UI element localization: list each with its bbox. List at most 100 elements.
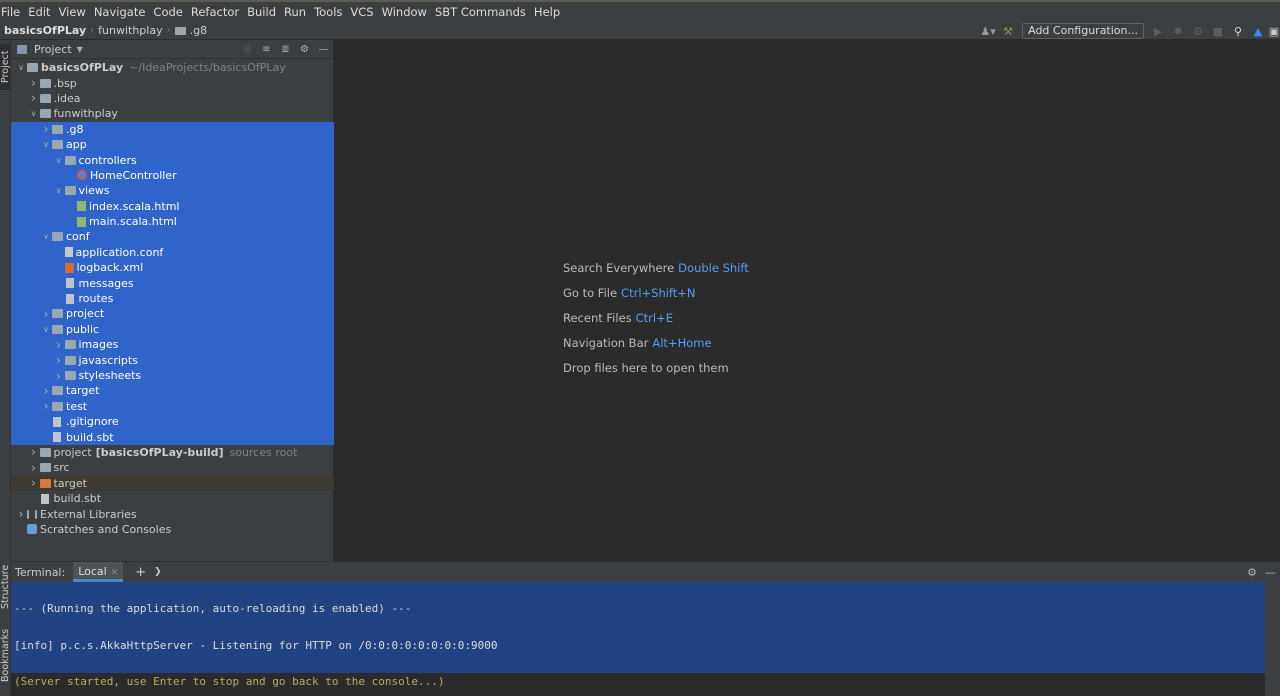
menu-tools[interactable]: Tools: [310, 2, 346, 22]
tree-row[interactable]: › stylesheets: [11, 367, 334, 384]
add-configuration-button[interactable]: Add Configuration...: [1022, 23, 1144, 39]
chevron-right-icon[interactable]: ›: [40, 399, 52, 413]
tree-row[interactable]: › External Libraries: [11, 506, 334, 521]
menu-run[interactable]: Run: [280, 2, 310, 22]
stop-icon[interactable]: ■: [1208, 22, 1228, 40]
tree-row[interactable]: ›index.scala.html: [11, 198, 334, 214]
tree-row[interactable]: ›build.sbt: [11, 491, 334, 506]
chevron-right-icon[interactable]: ›: [53, 369, 65, 383]
menu-navigate[interactable]: Navigate: [90, 2, 150, 22]
chevron-right-icon[interactable]: ›: [53, 353, 65, 367]
hide-icon[interactable]: —: [1265, 566, 1276, 579]
bookmarks-tool-tab[interactable]: Bookmarks: [0, 625, 11, 685]
chevron-down-icon[interactable]: ∨: [53, 186, 65, 195]
hide-icon[interactable]: —: [314, 44, 333, 55]
tree-row[interactable]: › project [basicsOfPLay-build] sources root: [11, 445, 334, 460]
editor-tip-shortcut[interactable]: Alt+Home: [652, 336, 711, 350]
menu-edit[interactable]: Edit: [24, 2, 54, 22]
menu-refactor[interactable]: Refactor: [187, 2, 243, 22]
debug-icon[interactable]: ✹: [1168, 22, 1188, 40]
breadcrumb-root[interactable]: basicsOfPLay: [4, 24, 86, 37]
tree-row[interactable]: › images: [11, 337, 334, 353]
tree-row[interactable]: › src: [11, 460, 334, 475]
breadcrumb-item-g8[interactable]: .g8: [190, 24, 207, 37]
project-panel-title[interactable]: Project: [34, 43, 72, 56]
expand-all-icon[interactable]: ≡: [257, 44, 276, 55]
chevron-right-icon[interactable]: ›: [28, 76, 40, 90]
terminal-tab-local[interactable]: Local ✕: [73, 562, 124, 582]
update-icon[interactable]: ▲: [1248, 22, 1268, 40]
tree-row[interactable]: ›application.conf: [11, 244, 334, 261]
project-tool-tab[interactable]: Project: [0, 44, 11, 90]
tree-row[interactable]: ›Scratches and Consoles: [11, 522, 334, 537]
tree-row[interactable]: ›HomeController: [11, 167, 334, 184]
gear-icon[interactable]: ⚙: [295, 44, 314, 55]
chevron-right-icon[interactable]: ›: [28, 476, 40, 490]
tree-row[interactable]: › .bsp: [11, 75, 334, 90]
close-icon[interactable]: ✕: [111, 568, 119, 578]
breadcrumb-item-funwithplay[interactable]: funwithplay: [98, 24, 162, 37]
build-hammer-icon[interactable]: ⚒: [998, 22, 1018, 40]
locate-icon[interactable]: ◎: [238, 44, 257, 55]
tree-row[interactable]: › .g8: [11, 121, 334, 137]
tree-row[interactable]: ›routes: [11, 290, 334, 307]
chevron-right-icon[interactable]: ›: [53, 338, 65, 352]
tree-row[interactable]: ›main.scala.html: [11, 213, 334, 230]
chevron-right-icon[interactable]: ›: [40, 384, 52, 398]
menu-sbt-commands[interactable]: SBT Commands: [431, 2, 530, 22]
chevron-down-icon[interactable]: ∨: [15, 63, 27, 72]
terminal-scrollbar[interactable]: [1265, 582, 1280, 696]
menu-file[interactable]: File: [0, 2, 24, 22]
chevron-down-icon[interactable]: ∨: [40, 325, 52, 334]
terminal-output[interactable]: --- (Running the application, auto-reloa…: [11, 582, 1265, 696]
chevron-down-icon[interactable]: ∨: [40, 140, 52, 149]
tree-row[interactable]: ›logback.xml: [11, 260, 334, 276]
chevron-down-icon[interactable]: ∨: [28, 109, 40, 118]
tree-row[interactable]: ∨ app: [11, 136, 334, 153]
menu-code[interactable]: Code: [149, 2, 186, 22]
chevron-right-icon[interactable]: ›: [28, 91, 40, 105]
user-icon[interactable]: ♟▾: [978, 22, 998, 40]
tree-row[interactable]: › .idea: [11, 91, 334, 106]
search-icon[interactable]: ⚲: [1228, 22, 1248, 40]
tree-row[interactable]: ∨ public: [11, 321, 334, 338]
editor-tip-shortcut[interactable]: Ctrl+Shift+N: [621, 286, 695, 300]
menu-window[interactable]: Window: [378, 2, 431, 22]
menu-vcs[interactable]: VCS: [346, 2, 377, 22]
chevron-down-icon[interactable]: ∨: [40, 232, 52, 241]
editor-tip-shortcut[interactable]: Double Shift: [678, 261, 749, 275]
chevron-down-icon[interactable]: ❯: [154, 567, 162, 577]
tree-row[interactable]: › target: [11, 475, 334, 491]
editor-tip-shortcut[interactable]: Ctrl+E: [636, 311, 673, 325]
tree-row[interactable]: › project: [11, 306, 334, 322]
ide-icon[interactable]: ▣: [1268, 22, 1280, 40]
tree-row[interactable]: ∨ conf: [11, 229, 334, 245]
chevron-right-icon[interactable]: ›: [40, 122, 52, 136]
tree-row[interactable]: › test: [11, 398, 334, 414]
tree-row[interactable]: ∨ funwithplay: [11, 106, 334, 121]
coverage-icon[interactable]: ⚙: [1188, 22, 1208, 40]
chevron-right-icon[interactable]: ›: [40, 307, 52, 321]
menu-help[interactable]: Help: [530, 2, 564, 22]
run-icon[interactable]: ▶: [1148, 22, 1168, 40]
chevron-right-icon[interactable]: ›: [28, 461, 40, 475]
chevron-down-icon[interactable]: ▼: [77, 45, 83, 54]
add-terminal-icon[interactable]: +: [135, 565, 146, 580]
collapse-all-icon[interactable]: ≣: [276, 44, 295, 55]
gear-icon[interactable]: ⚙: [1247, 566, 1257, 579]
editor-tip: Recent Files Ctrl+E: [563, 311, 673, 325]
menu-build[interactable]: Build: [243, 2, 280, 22]
tree-row[interactable]: ›messages: [11, 275, 334, 291]
chevron-right-icon[interactable]: ›: [28, 445, 40, 459]
tree-row[interactable]: ∨ controllers: [11, 152, 334, 168]
tree-row[interactable]: ∨ basicsOfPLay ~/IdeaProjects/basicsOfPLay: [11, 60, 334, 75]
menu-view[interactable]: View: [55, 2, 90, 22]
tree-row[interactable]: › javascripts: [11, 352, 334, 368]
chevron-down-icon[interactable]: ∨: [53, 156, 65, 165]
chevron-right-icon[interactable]: ›: [15, 507, 27, 521]
tree-row[interactable]: › target: [11, 383, 334, 399]
tree-row[interactable]: ›build.sbt: [11, 429, 334, 445]
structure-tool-tab[interactable]: Structure: [0, 560, 11, 614]
tree-row[interactable]: ›.gitignore: [11, 413, 334, 430]
tree-row[interactable]: ∨ views: [11, 183, 334, 199]
